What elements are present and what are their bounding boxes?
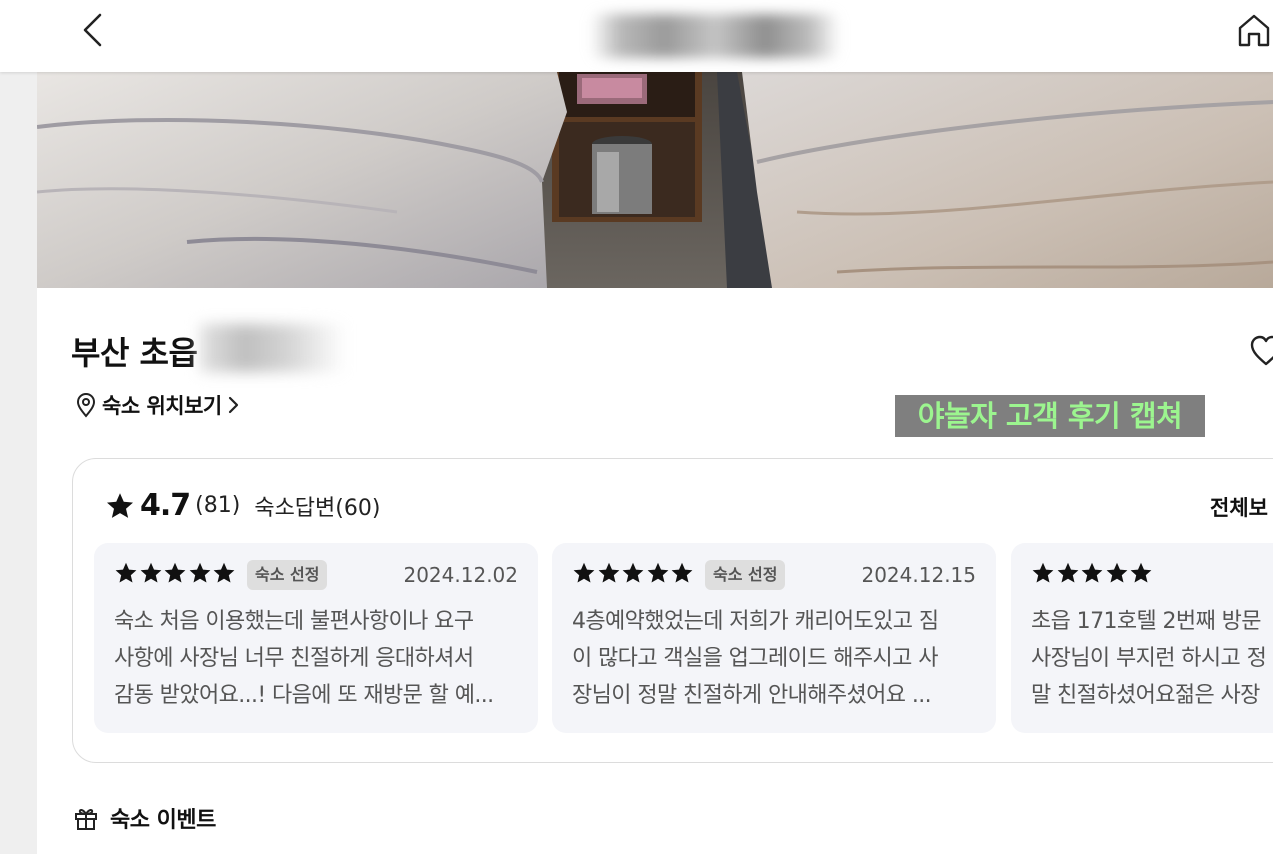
heart-icon xyxy=(1250,335,1273,366)
star-icon xyxy=(1106,562,1127,583)
star-icon xyxy=(140,562,161,583)
review-date: 2024.12.15 xyxy=(861,563,976,587)
hotel-photo[interactable] xyxy=(37,72,1273,288)
hotel-name: 부산 초읍 xyxy=(71,334,198,372)
star-icon xyxy=(1081,562,1103,583)
chevron-right-icon xyxy=(228,396,238,414)
review-text-line: 이 많다고 객실을 업그레이드 해주시고 사 xyxy=(572,646,938,671)
hotel-event-label: 숙소 이벤트 xyxy=(110,808,216,833)
location-link-label: 숙소 위치보기 xyxy=(102,394,222,418)
review-text-line: 말 친절하셨어요젊은 사장 xyxy=(1031,683,1260,708)
star-icon xyxy=(189,562,210,583)
overlay-caption: 야놀자 고객 후기 캡쳐 xyxy=(895,395,1205,437)
star-icon xyxy=(622,562,644,583)
review-text-line: 감동 받았어요...! 다음에 또 재방문 할 예... xyxy=(114,683,494,708)
chevron-left-icon xyxy=(83,13,102,47)
review-stars xyxy=(114,561,237,585)
star-icon xyxy=(107,492,133,518)
home-button[interactable] xyxy=(1236,12,1273,50)
star-icon xyxy=(1130,562,1152,583)
star-icon xyxy=(1057,562,1078,583)
star-icon xyxy=(164,562,186,583)
review-item[interactable]: 숙소 선정 2024.12.02 숙소 처음 이용했는데 불편사항이나 요구 사… xyxy=(94,543,538,733)
review-text-line: 숙소 처음 이용했는데 불편사항이나 요구 xyxy=(114,609,474,634)
rating-summary: 4.7 (81) 숙소답변(60) xyxy=(105,488,380,523)
back-button[interactable] xyxy=(76,10,112,50)
review-date: 2024.12.02 xyxy=(403,563,518,587)
review-item[interactable]: 숙소 선정 2024.12.15 4층예약했었는데 저희가 캐리어도있고 짐 이… xyxy=(552,543,996,733)
star-icon xyxy=(647,562,668,583)
review-stars xyxy=(1031,561,1154,585)
top-app-bar xyxy=(0,0,1273,72)
review-text: 4층예약했었는데 저희가 캐리어도있고 짐 이 많다고 객실을 업그레이드 해주… xyxy=(572,603,977,714)
star-icon xyxy=(115,562,137,583)
review-text-line: 사항에 사장님 너무 친절하게 응대하셔서 xyxy=(114,646,474,671)
blurred-hotel-name xyxy=(200,324,346,372)
rating-value: 4.7 xyxy=(140,488,191,523)
review-text: 초읍 171호텔 2번째 방문 사장님이 부지런 하시고 정 말 친절하셨어요젊… xyxy=(1031,603,1273,714)
review-text-line: 사장님이 부지런 하시고 정 xyxy=(1031,646,1267,671)
star-icon xyxy=(573,562,595,583)
map-pin-icon xyxy=(76,392,96,418)
review-text-line: 초읍 171호텔 2번째 방문 xyxy=(1031,609,1261,634)
review-badge: 숙소 선정 xyxy=(247,560,328,590)
star-icon xyxy=(598,562,619,583)
home-icon xyxy=(1238,14,1270,47)
gift-icon xyxy=(75,808,97,830)
location-link[interactable]: 숙소 위치보기 xyxy=(74,390,240,420)
star-icon xyxy=(213,562,235,583)
room-photo-illustration xyxy=(37,72,1273,288)
left-gutter xyxy=(0,72,37,854)
blurred-hotel-title xyxy=(590,14,840,58)
review-text: 숙소 처음 이용했는데 불편사항이나 요구 사항에 사장님 너무 친절하게 응대… xyxy=(114,603,519,714)
star-icon xyxy=(1032,562,1054,583)
host-reply-count: 숙소답변(60) xyxy=(254,495,381,521)
review-stars xyxy=(572,561,695,585)
star-icon xyxy=(671,562,693,583)
review-text-line: 4층예약했었는데 저희가 캐리어도있고 짐 xyxy=(572,609,939,634)
wishlist-button[interactable] xyxy=(1249,334,1273,368)
review-count: (81) xyxy=(195,493,241,518)
review-text-line: 장님이 정말 친절하게 안내해주셨어요 ... xyxy=(572,683,932,708)
hotel-event-section[interactable]: 숙소 이벤트 xyxy=(73,802,216,834)
review-badge: 숙소 선정 xyxy=(705,560,786,590)
view-all-reviews-link[interactable]: 전체보 xyxy=(1210,492,1268,522)
review-item[interactable]: 초읍 171호텔 2번째 방문 사장님이 부지런 하시고 정 말 친절하셨어요젊… xyxy=(1011,543,1273,733)
